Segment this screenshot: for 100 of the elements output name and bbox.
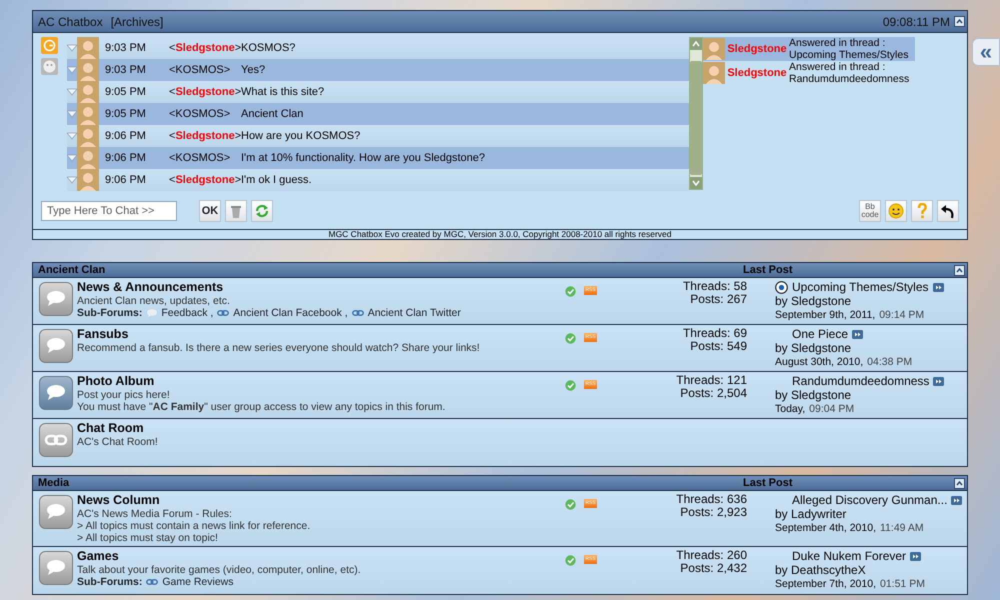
post-count: Posts: 267 [689,293,747,306]
smiley-icon [888,203,904,219]
post-count: Posts: 549 [689,340,747,353]
avatar [77,59,99,81]
sidebar-toggle-button[interactable]: « [972,38,1000,66]
ok-button[interactable]: OK [199,200,221,222]
subforum-link[interactable]: Feedback , [161,307,214,319]
message-username[interactable]: <KOSMOS> [169,62,241,78]
subforum-link[interactable]: Ancient Clan Twitter [368,307,461,319]
triangle-icon[interactable] [67,88,77,96]
last-post-date: September 9th, 2011, [775,309,876,321]
forum-title-link[interactable]: Fansubs [77,327,565,342]
smiley-button[interactable] [885,200,907,222]
refresh-button[interactable] [251,200,273,222]
triangle-icon[interactable] [67,110,77,118]
chat-input[interactable]: Type Here To Chat >> [41,201,177,221]
message-username[interactable]: <KOSMOS> [169,106,241,122]
last-post-heading: Last Post [743,476,793,491]
category-title[interactable]: Media [38,474,743,492]
category-title[interactable]: Ancient Clan [38,262,743,278]
message-text: KOSMOS? [241,40,296,56]
last-post-time: 11:49 AM [880,522,924,534]
collapse-icon[interactable] [954,16,965,27]
forum-title-link[interactable]: Games [77,549,565,564]
last-post-thread-link[interactable]: Duke Nukem Forever [792,549,906,563]
go-to-post-icon[interactable] [852,330,864,338]
triangle-icon[interactable] [67,44,77,52]
forum-description: AC's Chat Room! [77,436,159,448]
triangle-icon[interactable] [67,66,77,74]
collapse-icon[interactable] [954,478,965,488]
forum-title-link[interactable]: Photo Album [77,374,565,389]
chain-link-icon [217,310,230,316]
smiley-icon[interactable] [41,58,58,75]
go-to-post-icon[interactable] [933,376,944,386]
subforums-label: Sub-Forums: [77,307,142,319]
triangle-icon[interactable] [67,132,77,140]
collapse-icon[interactable] [954,264,965,276]
last-post-author[interactable]: by Sledgstone [775,294,944,308]
archives-link[interactable]: [Archives] [110,12,164,30]
last-post-date: September 4th, 2010, [775,522,876,534]
last-post-time: 09:04 PM [809,403,854,415]
forum-bubble-icon[interactable] [39,495,73,529]
message-time: 9:06 PM [104,172,147,188]
thread-count: Threads: 636 [675,493,747,506]
chatbox-title: AC Chatbox [38,14,103,30]
trash-button[interactable] [225,200,247,222]
last-post-thread-link[interactable]: Upcoming Themes/Styles [792,280,928,294]
message-time: 9:03 PM [104,62,147,78]
g-icon[interactable] [41,37,58,54]
subforum-link[interactable]: Ancient Clan Facebook , [233,307,348,319]
chain-link-icon [352,310,364,316]
refresh-icon [255,204,269,218]
message-username[interactable]: <Sledgstone> [169,84,241,100]
forum-title-link[interactable]: Chat Room [77,421,565,436]
check-icon[interactable] [565,333,576,344]
forum-bubble-icon[interactable] [39,329,73,363]
undo-arrow-icon [940,203,956,219]
check-icon[interactable] [565,555,576,566]
bbcode-button[interactable]: Bb code [859,200,881,222]
forum-bubble-icon[interactable] [39,376,73,410]
avatar [77,169,99,191]
message-username[interactable]: <Sledgstone> [169,128,241,144]
go-to-post-icon[interactable] [932,282,944,292]
go-to-post-icon[interactable] [951,496,962,504]
avatar [77,37,99,59]
last-post-author[interactable]: by DeathscytheX [775,563,925,577]
check-icon[interactable] [565,499,576,510]
last-post-author[interactable]: by Ladywriter [775,507,962,521]
message-username[interactable]: <Sledgstone> [169,172,241,188]
forum-title-link[interactable]: News & Announcements [77,280,565,295]
forum-link-icon[interactable] [39,423,73,457]
check-icon[interactable] [565,286,576,297]
message-username[interactable]: <Sledgstone> [169,40,241,56]
activity-thread-link[interactable]: Randumdumdeedomness [789,73,910,85]
scrollbar[interactable] [689,37,703,190]
last-post-thread-link[interactable]: One Piece [792,327,848,341]
forum-bubble-icon[interactable] [39,551,73,585]
forum-bubble-icon[interactable] [39,282,73,316]
undo-button[interactable] [937,200,959,222]
triangle-icon[interactable] [67,154,77,162]
last-post-thread-link[interactable]: Randumdumdeedomness [792,374,930,388]
check-icon[interactable] [565,380,576,391]
subforums-label: Sub-Forums: [77,576,142,588]
chain-link-icon [146,579,158,585]
avatar [703,62,725,84]
message-username[interactable]: <KOSMOS> [169,150,241,166]
avatar [77,81,99,103]
question-mark-icon [917,203,927,219]
last-post-thread-link[interactable]: Alleged Discovery Gunman... [792,493,948,507]
activity-thread-link[interactable]: Upcoming Themes/Styles [789,49,908,61]
go-to-post-icon[interactable] [910,552,922,560]
subforum-link[interactable]: Game Reviews [162,576,234,588]
last-post-author[interactable]: by Sledgstone [775,341,912,355]
last-post-author[interactable]: by Sledgstone [775,388,944,402]
triangle-icon[interactable] [67,176,77,184]
message-text: What is this site? [241,84,324,100]
last-post-date: Today, [775,403,806,415]
last-post-time: 01:51 PM [880,578,925,590]
forum-description: Ancient Clan news, updates, etc. [77,295,231,307]
forum-title-link[interactable]: News Column [77,493,565,508]
